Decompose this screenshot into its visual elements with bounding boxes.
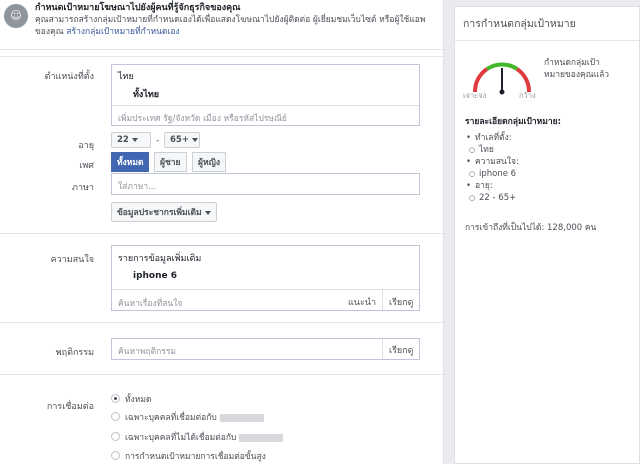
targeting-form: ☺ กำหนดเป้าหมายโฆษณาไปยังผู้คนที่รู้จักธ…	[0, 0, 444, 464]
behaviors-placeholder: ค้นหาพฤติกรรม	[118, 347, 177, 357]
detail-location-label: ทำเลที่ตั้ง:	[465, 132, 561, 144]
audience-status-text: กำหนดกลุ่มเป้าหมายของคุณแล้ว	[544, 58, 610, 80]
age-min-select[interactable]: 22	[111, 132, 151, 148]
radio-icon	[111, 432, 120, 441]
gender-female-button[interactable]: ผู้หญิง	[192, 152, 226, 172]
behaviors-section: พฤติกรรม ค้นหาพฤติกรรม เรียกดู	[0, 322, 444, 374]
location-input[interactable]: เพิ่มประเทศ รัฐ/จังหวัด เมือง หรือรหัสไป…	[118, 111, 287, 125]
gender-all-button[interactable]: ทั้งหมด	[111, 152, 150, 172]
interests-suggest-button[interactable]: แนะนำ	[348, 295, 376, 309]
chevron-down-icon	[191, 137, 198, 142]
connection-option-label: เฉพาะบุคคลที่เชื่อมต่อกับ	[125, 413, 217, 423]
connection-option-label: เฉพาะบุคคลที่ไม่ได้เชื่อมต่อกับ	[125, 433, 237, 443]
more-demographics-label: ข้อมูลประชากรเพิ่มเติม	[117, 208, 202, 218]
connections-label: การเชื่อมต่อ	[46, 402, 94, 412]
age-label: อายุ	[78, 141, 94, 151]
interests-box[interactable]: รายการข้อมูลเพิ่มเติม iphone 6 ค้นหาเรื่…	[111, 245, 420, 311]
behaviors-input[interactable]: ค้นหาพฤติกรรม เรียกดู	[111, 338, 420, 360]
chevron-down-icon	[131, 137, 138, 142]
location-box[interactable]: ไทย ทั้งไทย เพิ่มประเทศ รัฐ/จังหวัด เมือ…	[111, 64, 420, 126]
banner-text: คุณสามารถสร้างกลุ่มเป้าหมายที่กำหนดเองได…	[35, 14, 435, 38]
chevron-down-icon	[204, 210, 211, 215]
demographics-section: ตำแหน่งที่ตั้ง ไทย ทั้งไทย เพิ่มประเทศ ร…	[0, 56, 444, 233]
gauge-broad-label: กว้าง	[519, 91, 536, 100]
behaviors-label: พฤติกรรม	[55, 348, 94, 358]
location-label: ตำแหน่งที่ตั้ง	[44, 72, 94, 82]
gender-male-button[interactable]: ผู้ชาย	[154, 152, 187, 172]
location-country: ไทย	[118, 72, 134, 82]
create-custom-audience-link[interactable]: สร้างกลุ่มเป้าหมายที่กำหนดเอง	[66, 27, 179, 37]
interests-search-input[interactable]: ค้นหาเรื่องที่สนใจ	[118, 296, 182, 310]
audience-details-title: รายละเอียดกลุ่มเป้าหมาย:	[465, 117, 561, 127]
audience-definition-title: การกำหนดกลุ่มเป้าหมาย	[455, 7, 639, 41]
redacted-page-name	[219, 413, 264, 422]
language-label: ภาษา	[72, 183, 94, 193]
connection-option-connected[interactable]: เฉพาะบุคคลที่เชื่อมต่อกับ	[111, 410, 264, 424]
connection-option-advanced[interactable]: การกำหนดเป้าหมายการเชื่อมต่อขั้นสูง	[111, 449, 266, 463]
radio-icon	[111, 412, 120, 421]
audience-definition-panel: การกำหนดกลุ่มเป้าหมาย เจาะจง กว้าง กำหนด…	[454, 6, 640, 464]
connections-section: การเชื่อมต่อ ทั้งหมด เฉพาะบุคคลที่เชื่อม…	[0, 374, 444, 464]
people-add-icon: ☺	[4, 4, 28, 28]
gender-label: เพศ	[79, 161, 94, 171]
gauge-specific-label: เจาะจง	[463, 91, 487, 100]
detail-age-value: 22 - 65+	[465, 192, 561, 204]
language-input[interactable]: ใส่ภาษา...	[111, 173, 420, 195]
detail-age-label: อายุ:	[465, 180, 561, 192]
redacted-page-name	[239, 433, 284, 442]
potential-reach: การเข้าถึงที่เป็นไปได้: 128,000 คน	[465, 223, 597, 233]
interests-section: ความสนใจ รายการข้อมูลเพิ่มเติม iphone 6 …	[0, 233, 444, 322]
detail-location-value: ไทย	[465, 144, 561, 156]
interests-label: ความสนใจ	[50, 255, 94, 265]
language-placeholder: ใส่ภาษา...	[118, 182, 157, 192]
interests-browse-button[interactable]: เรียกดู	[389, 295, 413, 309]
connection-option-label: การกำหนดเป้าหมายการเชื่อมต่อขั้นสูง	[125, 452, 266, 462]
age-min-value: 22	[117, 135, 129, 145]
location-scope: ทั้งไทย	[133, 90, 160, 100]
banner-title: กำหนดเป้าหมายโฆษณาไปยังผู้คนที่รู้จักธุร…	[35, 3, 241, 13]
age-dash: -	[156, 136, 160, 146]
age-max-select[interactable]: 65+	[164, 132, 200, 148]
interest-item[interactable]: iphone 6	[133, 271, 177, 281]
detail-interest-value: iphone 6	[465, 168, 561, 180]
radio-selected-icon	[111, 394, 120, 403]
interests-header: รายการข้อมูลเพิ่มเติม	[118, 254, 202, 264]
connection-option-all[interactable]: ทั้งหมด	[111, 392, 151, 406]
custom-audience-banner: ☺ กำหนดเป้าหมายโฆษณาไปยังผู้คนที่รู้จักธ…	[0, 0, 443, 50]
connection-option-not-connected[interactable]: เฉพาะบุคคลที่ไม่ได้เชื่อมต่อกับ	[111, 430, 284, 444]
detail-interest-label: ความสนใจ:	[465, 156, 561, 168]
connection-option-label: ทั้งหมด	[125, 395, 152, 405]
more-demographics-button[interactable]: ข้อมูลประชากรเพิ่มเติม	[111, 202, 217, 222]
audience-details: รายละเอียดกลุ่มเป้าหมาย: ทำเลที่ตั้ง: ไท…	[465, 114, 561, 204]
behaviors-browse-button[interactable]: เรียกดู	[389, 343, 413, 357]
radio-icon	[111, 451, 120, 460]
age-max-value: 65+	[170, 135, 189, 145]
